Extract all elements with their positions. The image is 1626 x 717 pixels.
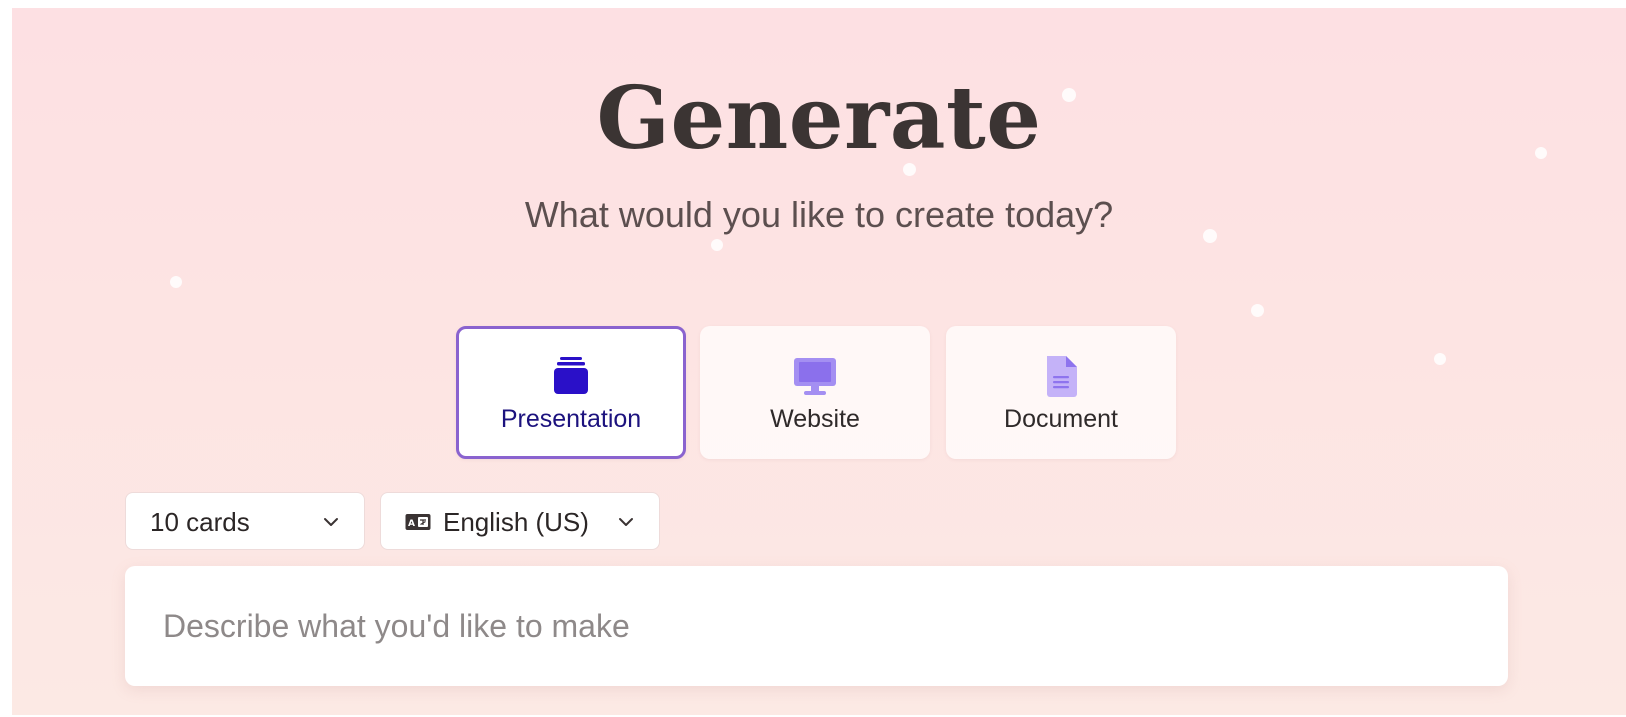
document-icon — [1047, 356, 1077, 397]
generate-page: Generate What would you like to create t… — [12, 8, 1626, 715]
sparkle-dot — [711, 239, 723, 251]
chevron-down-icon — [324, 518, 338, 526]
document-type-label: Document — [1004, 405, 1118, 433]
language-value: English (US) — [443, 507, 589, 537]
website-type-label: Website — [770, 405, 860, 433]
website-type-button[interactable]: Website — [700, 326, 930, 459]
sparkle-dot — [170, 276, 182, 288]
language-dropdown[interactable]: A English (US) — [380, 492, 660, 550]
card-count-value: 10 cards — [150, 507, 250, 537]
sparkle-dot — [1434, 353, 1446, 365]
sparkle-dot — [1251, 304, 1264, 317]
svg-text:A: A — [408, 519, 415, 529]
presentation-type-button[interactable]: Presentation — [456, 326, 686, 459]
page-subtitle: What would you like to create today? — [524, 194, 1114, 235]
card-count-dropdown[interactable]: 10 cards — [125, 492, 365, 550]
prompt-input[interactable] — [125, 566, 1508, 686]
presentation-type-label: Presentation — [500, 405, 642, 433]
chevron-down-icon — [619, 518, 633, 526]
stack-icon — [554, 357, 588, 394]
monitor-icon — [794, 358, 836, 395]
page-title: Generate — [596, 68, 1042, 169]
document-type-button[interactable]: Document — [946, 326, 1176, 459]
language-icon: A — [405, 514, 431, 530]
